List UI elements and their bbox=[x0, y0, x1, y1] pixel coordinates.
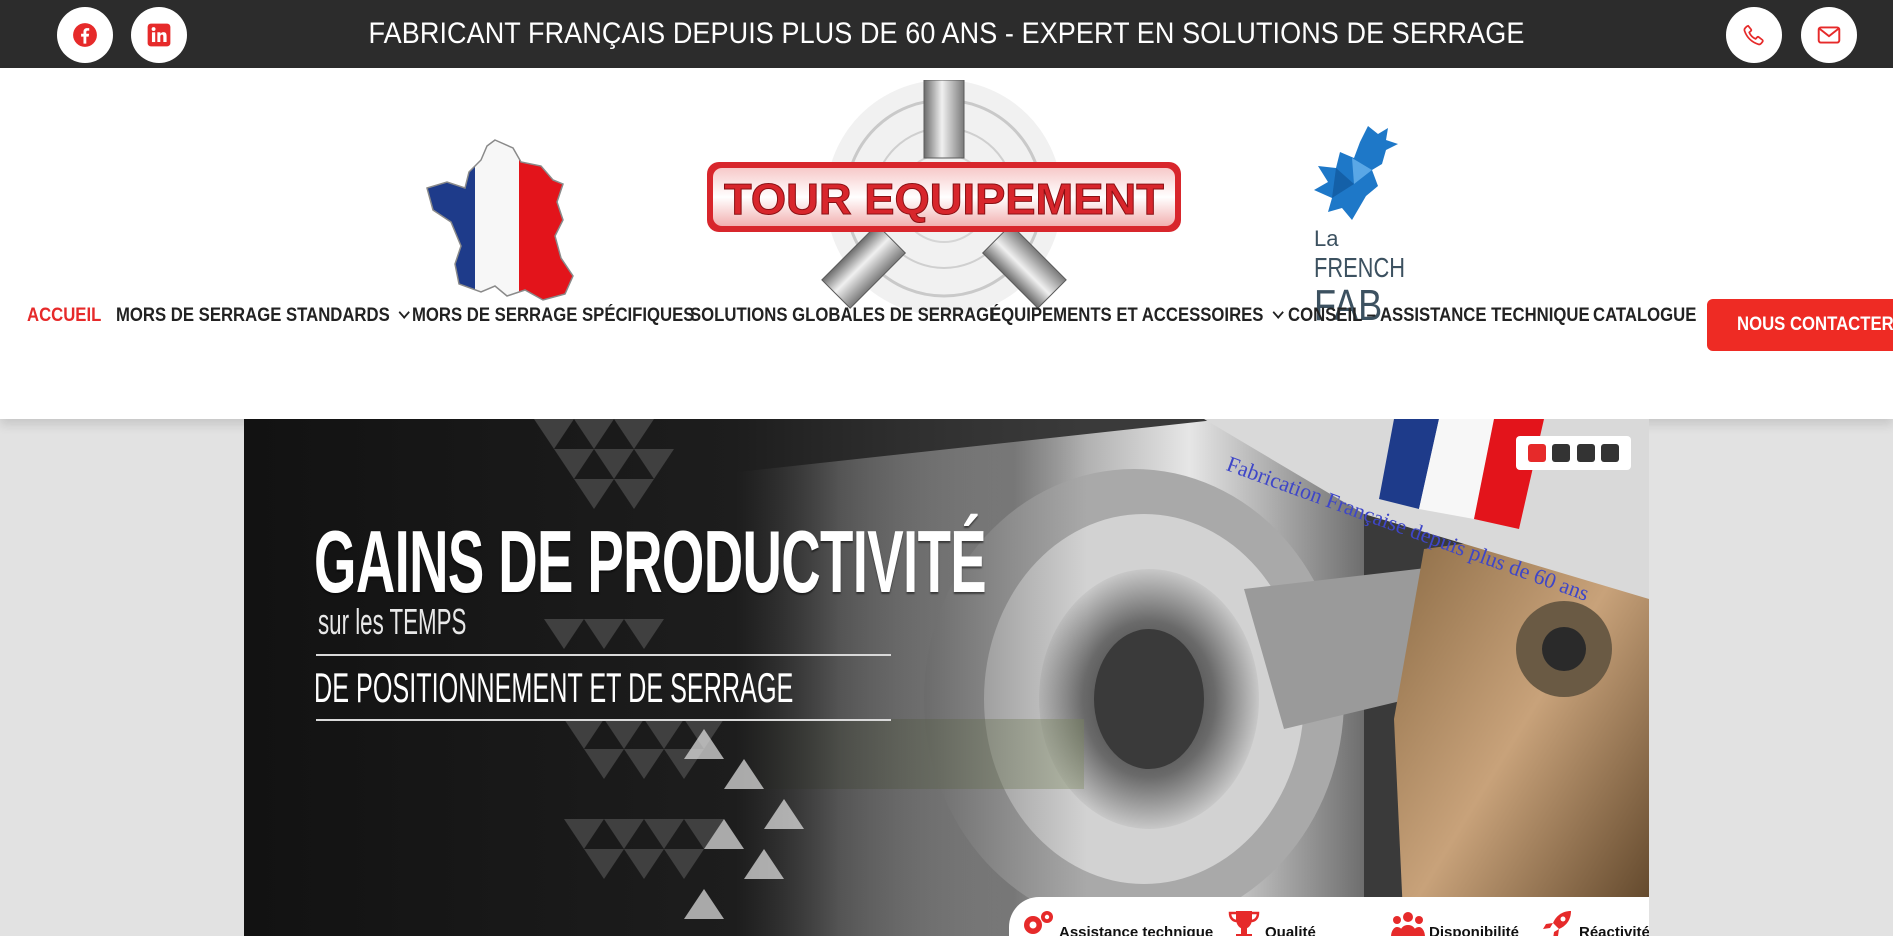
nav-label: ACCUEIL bbox=[27, 305, 102, 326]
nav-item-catalogue[interactable]: CATALOGUE bbox=[1593, 291, 1696, 341]
features-strip: Assistance technique Qualité Disponibili… bbox=[1009, 897, 1649, 936]
facebook-button[interactable] bbox=[57, 7, 113, 63]
phone-icon bbox=[1743, 24, 1764, 46]
nav-item-mors-standards[interactable]: MORS DE SERRAGE STANDARDS bbox=[116, 291, 410, 341]
contact-button-label: NOUS CONTACTER bbox=[1737, 314, 1893, 335]
mail-button[interactable] bbox=[1801, 7, 1857, 63]
feature-label: Assistance technique bbox=[1059, 923, 1214, 936]
rooster-icon bbox=[1314, 126, 1398, 220]
nav-item-mors-specifiques[interactable]: MORS DE SERRAGE SPÉCIFIQUES bbox=[412, 291, 694, 341]
contact-button[interactable]: NOUS CONTACTER bbox=[1707, 299, 1893, 351]
slide-dot-1[interactable] bbox=[1528, 444, 1547, 462]
topbar-tagline: FABRICANT FRANÇAIS DEPUIS PLUS DE 60 ANS… bbox=[368, 17, 1525, 50]
linkedin-icon bbox=[147, 23, 171, 47]
frenchfab-line2: FRENCH bbox=[1314, 252, 1406, 283]
feature-assistance: Assistance technique bbox=[1021, 911, 1214, 936]
nav-label: CONSEIL – ASSISTANCE TECHNIQUE bbox=[1288, 305, 1590, 326]
feature-qualite: Qualité bbox=[1227, 911, 1316, 936]
nav-item-equipements[interactable]: ÉQUIPEMENTS ET ACCESSOIRES bbox=[990, 291, 1284, 341]
feature-label: Disponibilité bbox=[1429, 923, 1519, 936]
nav-label: MORS DE SERRAGE STANDARDS bbox=[116, 305, 390, 326]
frenchfab-line1: La bbox=[1314, 226, 1339, 251]
feature-reactivite: Réactivité bbox=[1541, 911, 1649, 936]
hero-slider[interactable]: Fabrication Française depuis plus de 60 … bbox=[244, 419, 1649, 936]
slide-dot-4[interactable] bbox=[1600, 444, 1619, 462]
slider-pagination bbox=[1516, 436, 1631, 470]
nav-label: ÉQUIPEMENTS ET ACCESSOIRES bbox=[990, 305, 1264, 326]
slide-dot-2[interactable] bbox=[1552, 444, 1571, 462]
feature-disponibilite: Disponibilité bbox=[1391, 912, 1519, 936]
hero-title: GAINS DE PRODUCTIVITÉ bbox=[314, 512, 987, 611]
top-bar: FABRICANT FRANÇAIS DEPUIS PLUS DE 60 ANS… bbox=[0, 0, 1893, 68]
nav-item-accueil[interactable]: ACCUEIL bbox=[27, 291, 101, 341]
nav-item-solutions-globales[interactable]: SOLUTIONS GLOBALES DE SERRAGE bbox=[690, 291, 1000, 341]
nav-label: SOLUTIONS GLOBALES DE SERRAGE bbox=[690, 305, 1001, 326]
slide-dot-3[interactable] bbox=[1576, 444, 1595, 462]
site-header: TOUR EQUIPEMENT La FRENCH FAB ACCUEIL MO… bbox=[0, 68, 1893, 419]
hero-divider-top bbox=[316, 654, 891, 656]
trophy-icon bbox=[1228, 911, 1260, 936]
france-flag-map-icon bbox=[426, 139, 574, 301]
mail-icon bbox=[1817, 26, 1841, 44]
nav-label: CATALOGUE bbox=[1593, 305, 1697, 326]
linkedin-button[interactable] bbox=[131, 7, 187, 63]
chevron-down-icon bbox=[1272, 306, 1284, 319]
gears-icon bbox=[1024, 911, 1053, 934]
feature-label: Qualité bbox=[1265, 923, 1316, 936]
hero-divider-bottom bbox=[316, 719, 891, 721]
phone-button[interactable] bbox=[1726, 7, 1782, 63]
la-french-fab-logo: La FRENCH FAB bbox=[1308, 124, 1406, 328]
hero-subtitle-2: DE POSITIONNEMENT ET DE SERRAGE bbox=[314, 664, 794, 711]
feature-label: Réactivité bbox=[1579, 923, 1649, 936]
hero-subtitle-1: sur les TEMPS bbox=[318, 601, 467, 642]
chevron-down-icon bbox=[398, 306, 410, 319]
tour-equipement-logo: TOUR EQUIPEMENT bbox=[707, 80, 1181, 316]
nav-item-conseil[interactable]: CONSEIL – ASSISTANCE TECHNIQUE bbox=[1288, 291, 1590, 341]
facebook-icon bbox=[73, 23, 97, 47]
nav-label: MORS DE SERRAGE SPÉCIFIQUES bbox=[412, 305, 695, 326]
team-icon bbox=[1391, 912, 1425, 936]
logo-text: TOUR EQUIPEMENT bbox=[724, 175, 1164, 224]
rocket-icon bbox=[1543, 911, 1571, 936]
